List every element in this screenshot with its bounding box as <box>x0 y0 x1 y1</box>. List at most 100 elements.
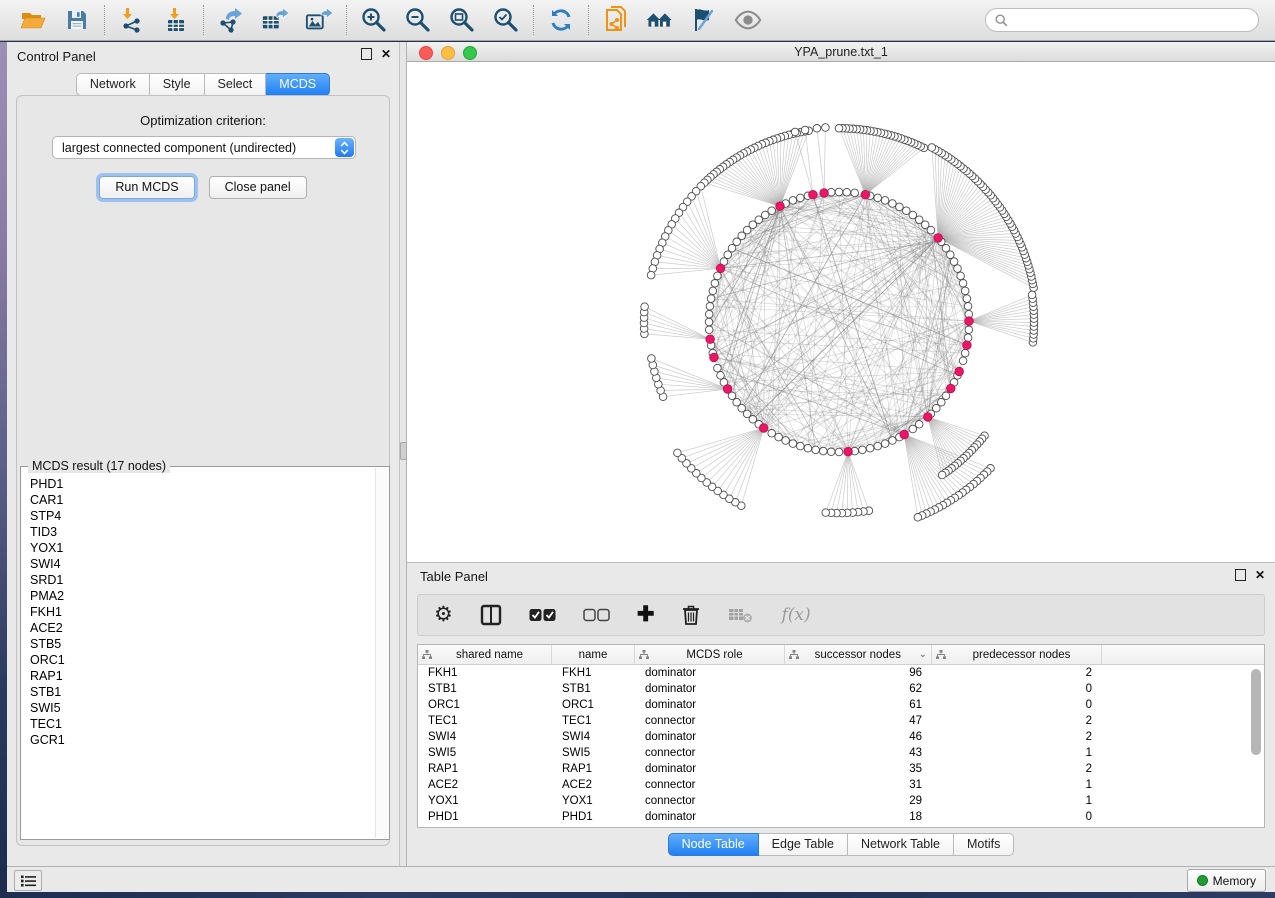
result-list-item[interactable]: TID3 <box>22 524 376 540</box>
table-cell[interactable]: RAP1 <box>552 763 635 775</box>
table-cell[interactable]: ACE2 <box>552 779 635 791</box>
function-builder-icon[interactable]: f(x) <box>781 602 810 628</box>
result-list-item[interactable]: RAP1 <box>22 668 376 684</box>
result-list-item[interactable]: PMA2 <box>22 588 376 604</box>
table-row[interactable]: STB1STB1dominator620 <box>418 681 1264 697</box>
tab-edge-table[interactable]: Edge Table <box>759 833 848 856</box>
mcds-result-list[interactable]: PHD1CAR1STP4TID3YOX1SWI4SRD1PMA2FKH1ACE2… <box>22 476 376 838</box>
splitter-handle[interactable] <box>400 442 407 460</box>
table-row[interactable]: YOX1YOX1connector291 <box>418 793 1264 809</box>
close-panel-icon[interactable]: ✕ <box>381 48 391 60</box>
table-cell[interactable]: FKH1 <box>418 667 552 679</box>
table-cell[interactable]: 2 <box>932 667 1102 679</box>
network-from-table-icon[interactable] <box>602 6 630 34</box>
import-network-icon[interactable] <box>118 6 146 34</box>
table-row[interactable]: RAP1RAP1dominator352 <box>418 761 1264 777</box>
table-cell[interactable]: connector <box>635 779 785 791</box>
table-row[interactable]: SWI4SWI4dominator462 <box>418 729 1264 745</box>
tab-node-table[interactable]: Node Table <box>668 833 759 856</box>
table-cell[interactable]: dominator <box>635 683 785 695</box>
delete-table-icon[interactable] <box>728 602 754 628</box>
table-cell[interactable]: 1 <box>932 747 1102 759</box>
table-cell[interactable]: 1 <box>932 795 1102 807</box>
table-cell[interactable]: 61 <box>785 699 932 711</box>
table-row[interactable]: ACE2ACE2connector311 <box>418 777 1264 793</box>
select-all-icon[interactable] <box>529 602 556 628</box>
table-cell[interactable]: STB1 <box>418 683 552 695</box>
table-cell[interactable]: STB1 <box>552 683 635 695</box>
zoom-out-icon[interactable] <box>404 6 432 34</box>
table-cell[interactable]: connector <box>635 715 785 727</box>
table-row[interactable]: TEC1TEC1connector472 <box>418 713 1264 729</box>
node-table[interactable]: shared namenameMCDS rolesuccessor nodes⌄… <box>417 644 1265 828</box>
show-graphics-details-icon[interactable] <box>734 6 762 34</box>
result-list-item[interactable]: STB5 <box>22 636 376 652</box>
export-table-icon[interactable] <box>261 6 289 34</box>
zoom-fit-icon[interactable] <box>448 6 476 34</box>
memory-button[interactable]: Memory <box>1187 869 1266 892</box>
table-cell[interactable]: RAP1 <box>418 763 552 775</box>
export-network-icon[interactable] <box>217 6 245 34</box>
add-row-icon[interactable]: ✚ <box>637 602 655 628</box>
table-cell[interactable]: 46 <box>785 731 932 743</box>
save-session-icon[interactable] <box>63 6 91 34</box>
result-list-item[interactable]: GCR1 <box>22 732 376 748</box>
search-input[interactable] <box>1013 12 1249 28</box>
tab-network[interactable]: Network <box>76 73 150 96</box>
table-cell[interactable]: 2 <box>932 763 1102 775</box>
deselect-all-icon[interactable] <box>583 602 610 628</box>
result-list-item[interactable]: CAR1 <box>22 492 376 508</box>
hide-graphics-details-icon[interactable] <box>690 6 718 34</box>
table-cell[interactable]: YOX1 <box>552 795 635 807</box>
table-cell[interactable]: dominator <box>635 667 785 679</box>
table-cell[interactable]: ORC1 <box>552 699 635 711</box>
table-scrollbar[interactable] <box>1251 667 1262 823</box>
task-history-button[interactable] <box>14 870 42 891</box>
table-cell[interactable]: 62 <box>785 683 932 695</box>
table-cell[interactable]: 29 <box>785 795 932 807</box>
delete-row-icon[interactable] <box>681 602 701 628</box>
table-cell[interactable]: 47 <box>785 715 932 727</box>
table-cell[interactable]: dominator <box>635 731 785 743</box>
open-file-icon[interactable] <box>19 6 47 34</box>
table-row[interactable]: SWI5SWI5connector431 <box>418 745 1264 761</box>
float-panel-icon[interactable] <box>361 48 372 60</box>
column-header-successor-nodes[interactable]: successor nodes⌄ <box>785 645 932 664</box>
table-cell[interactable]: SWI5 <box>418 747 552 759</box>
table-cell[interactable]: PHD1 <box>552 811 635 823</box>
table-cell[interactable]: 0 <box>932 683 1102 695</box>
tab-select[interactable]: Select <box>205 73 267 96</box>
tab-motifs[interactable]: Motifs <box>954 833 1014 856</box>
show-column-icon[interactable] <box>480 602 502 628</box>
close-table-panel-icon[interactable]: ✕ <box>1255 569 1265 581</box>
table-cell[interactable]: dominator <box>635 699 785 711</box>
result-list-scrollbar[interactable] <box>375 468 388 838</box>
criterion-dropdown[interactable]: largest connected component (undirected) <box>52 136 356 159</box>
table-cell[interactable]: PHD1 <box>418 811 552 823</box>
table-cell[interactable]: TEC1 <box>418 715 552 727</box>
table-scrollbar-thumb[interactable] <box>1251 669 1261 755</box>
refresh-layout-icon[interactable] <box>547 6 575 34</box>
run-mcds-button[interactable]: Run MCDS <box>99 176 194 199</box>
result-list-item[interactable]: PHD1 <box>22 476 376 492</box>
go-home-icon[interactable] <box>646 6 674 34</box>
panel-splitter[interactable] <box>399 42 407 866</box>
result-list-item[interactable]: ORC1 <box>22 652 376 668</box>
result-list-item[interactable]: SRD1 <box>22 572 376 588</box>
zoom-selected-icon[interactable] <box>492 6 520 34</box>
search-field[interactable] <box>985 8 1259 32</box>
table-cell[interactable]: FKH1 <box>552 667 635 679</box>
result-list-item[interactable]: YOX1 <box>22 540 376 556</box>
table-cell[interactable]: SWI5 <box>552 747 635 759</box>
table-row[interactable]: FKH1FKH1dominator962 <box>418 665 1264 681</box>
tab-mcds[interactable]: MCDS <box>266 73 330 96</box>
result-list-item[interactable]: FKH1 <box>22 604 376 620</box>
zoom-in-icon[interactable] <box>360 6 388 34</box>
table-cell[interactable]: 18 <box>785 811 932 823</box>
table-row[interactable]: PHD1PHD1dominator180 <box>418 809 1264 825</box>
tab-network-table[interactable]: Network Table <box>848 833 954 856</box>
export-image-icon[interactable] <box>305 6 333 34</box>
table-settings-icon[interactable]: ⚙ <box>434 602 453 628</box>
table-cell[interactable]: SWI4 <box>418 731 552 743</box>
table-cell[interactable]: 31 <box>785 779 932 791</box>
